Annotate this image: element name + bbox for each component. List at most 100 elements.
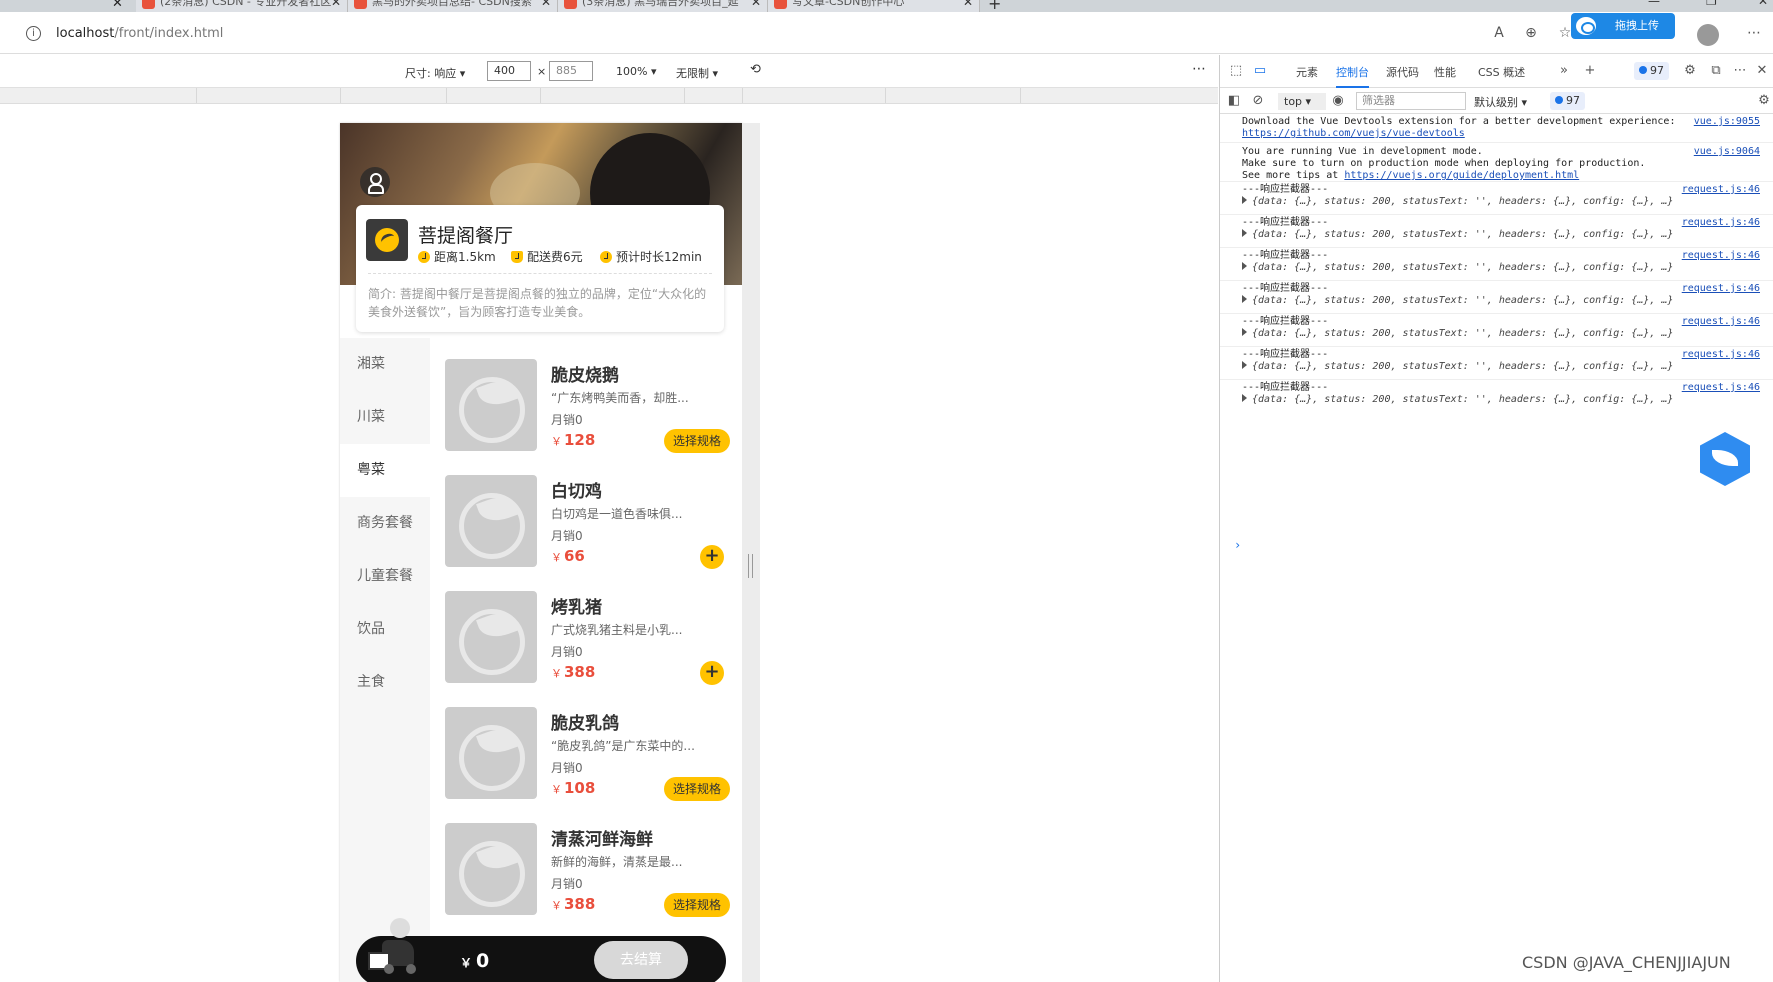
expand-triangle-icon[interactable] bbox=[1242, 229, 1247, 237]
console-source-link[interactable]: request.js:46 bbox=[1682, 217, 1760, 228]
log-object[interactable]: {data: {…}, status: 200, statusText: '',… bbox=[1252, 295, 1673, 306]
browser-tab-3[interactable]: (3条消息) 黑马瑞吉外卖项目_延 ✕ bbox=[558, 0, 768, 12]
url-field[interactable]: localhost/front/index.html bbox=[56, 26, 223, 41]
add-tab-icon[interactable]: + bbox=[1582, 63, 1598, 79]
read-aloud-icon[interactable]: A bbox=[1490, 24, 1508, 42]
log-object[interactable]: {data: {…}, status: 200, statusText: '',… bbox=[1252, 361, 1673, 372]
delivery-cart-icon[interactable] bbox=[368, 918, 418, 982]
upload-button[interactable]: 拖拽上传 bbox=[1571, 13, 1675, 39]
category-item[interactable]: 饮品 bbox=[340, 603, 430, 656]
interceptor-log[interactable]: ---响应拦截器--- {data: {…}, status: 200, stat… bbox=[1242, 217, 1687, 241]
more-options-icon[interactable]: ⋯ bbox=[1192, 61, 1206, 77]
interceptor-log[interactable]: ---响应拦截器--- {data: {…}, status: 200, stat… bbox=[1242, 316, 1687, 340]
interceptor-log[interactable]: ---响应拦截器--- {data: {…}, status: 200, stat… bbox=[1242, 382, 1687, 406]
maximize-icon[interactable]: ❐ bbox=[1706, 0, 1717, 8]
issues-badge[interactable]: 97 bbox=[1634, 62, 1669, 80]
console-source-link[interactable]: request.js:46 bbox=[1682, 283, 1760, 294]
tab-css-overview[interactable]: CSS 概述 bbox=[1478, 64, 1525, 80]
tab-sources[interactable]: 源代码 bbox=[1386, 64, 1419, 80]
tab-performance[interactable]: 性能 bbox=[1434, 64, 1456, 80]
dish-item[interactable]: 清蒸河鲜海鲜 新鲜的海鲜，清蒸是最... 月销0 ￥ 388 选择规格 bbox=[445, 823, 730, 938]
sidebar-toggle-icon[interactable]: ◧ bbox=[1226, 93, 1242, 109]
select-spec-button[interactable]: 选择规格 bbox=[663, 893, 730, 917]
interceptor-log[interactable]: ---响应拦截器--- {data: {…}, status: 200, stat… bbox=[1242, 250, 1687, 274]
log-level-dropdown[interactable]: 默认级别 ▾ bbox=[1474, 94, 1527, 110]
tab-elements[interactable]: 元素 bbox=[1296, 64, 1318, 80]
select-spec-button[interactable]: 选择规格 bbox=[663, 777, 730, 801]
viewport-width-input[interactable]: 400 bbox=[487, 61, 531, 81]
dish-item[interactable]: 脆皮乳鸽 “脆皮乳鸽”是广东菜中的... 月销0 ￥ 108 选择规格 bbox=[445, 707, 730, 822]
log-object[interactable]: {data: {…}, status: 200, statusText: '',… bbox=[1252, 262, 1673, 273]
expand-triangle-icon[interactable] bbox=[1242, 328, 1247, 336]
clear-console-icon[interactable]: ⊘ bbox=[1250, 93, 1266, 109]
console-settings-icon[interactable]: ⚙ bbox=[1756, 93, 1772, 109]
select-spec-button[interactable]: 选择规格 bbox=[663, 429, 730, 453]
inspect-icon[interactable]: ⬚ bbox=[1228, 63, 1244, 79]
category-item[interactable]: 湘菜 bbox=[340, 338, 430, 391]
rotate-icon[interactable]: ⟲ bbox=[750, 62, 761, 77]
tab-console[interactable]: 控制台 bbox=[1336, 64, 1369, 88]
log-object[interactable]: {data: {…}, status: 200, statusText: '',… bbox=[1252, 328, 1673, 339]
info-icon[interactable]: i bbox=[26, 26, 41, 41]
expand-triangle-icon[interactable] bbox=[1242, 196, 1247, 204]
size-dropdown[interactable]: 尺寸: 响应 ▾ bbox=[405, 65, 465, 81]
minimize-icon[interactable]: — bbox=[1648, 0, 1660, 8]
context-dropdown[interactable]: top ▾ bbox=[1278, 93, 1326, 110]
category-item[interactable]: 川菜 bbox=[340, 391, 430, 444]
add-to-cart-button[interactable]: + bbox=[700, 661, 724, 685]
category-item[interactable]: 主食 bbox=[340, 656, 430, 709]
eye-icon[interactable]: ◉ bbox=[1330, 93, 1346, 109]
console-source-link[interactable]: vue.js:9055 bbox=[1694, 116, 1760, 127]
new-tab-icon[interactable]: + bbox=[988, 0, 1001, 12]
dish-item[interactable]: 脆皮烧鹅 “广东烤鸭美而香，却胜... 月销0 ￥ 128 选择规格 bbox=[445, 359, 730, 474]
viewport-height-input[interactable]: 885 bbox=[549, 61, 593, 81]
throttle-dropdown[interactable]: 无限制 ▾ bbox=[676, 65, 718, 81]
resize-handle[interactable] bbox=[748, 554, 753, 578]
more-icon[interactable]: ⋯ bbox=[1732, 63, 1748, 79]
settings-gear-icon[interactable]: ⚙ bbox=[1682, 63, 1698, 79]
interceptor-log[interactable]: ---响应拦截器--- {data: {…}, status: 200, stat… bbox=[1242, 283, 1687, 307]
dish-item[interactable]: 烤乳猪 广式烧乳猪主料是小乳... 月销0 ￥ 388 + bbox=[445, 591, 730, 706]
more-tabs-icon[interactable]: » bbox=[1556, 63, 1572, 79]
browser-tab-2[interactable]: 黑马的外卖项目总结- CSDN搜索 ✕ bbox=[348, 0, 558, 12]
category-item[interactable]: 儿童套餐 bbox=[340, 550, 430, 603]
expand-triangle-icon[interactable] bbox=[1242, 361, 1247, 369]
expand-triangle-icon[interactable] bbox=[1242, 262, 1247, 270]
tab-close-icon[interactable]: ✕ bbox=[541, 0, 551, 12]
tab-close-icon[interactable]: ✕ bbox=[331, 0, 341, 12]
expand-triangle-icon[interactable] bbox=[1242, 394, 1247, 402]
user-profile-icon[interactable] bbox=[360, 167, 390, 197]
log-object[interactable]: {data: {…}, status: 200, statusText: '',… bbox=[1252, 229, 1673, 240]
close-devtools-icon[interactable]: ✕ bbox=[1754, 63, 1770, 79]
interceptor-log[interactable]: ---响应拦截器--- {data: {…}, status: 200, stat… bbox=[1242, 349, 1687, 373]
zoom-icon[interactable]: ⊕ bbox=[1522, 24, 1540, 42]
tab-close-icon[interactable]: ✕ bbox=[751, 0, 761, 12]
dock-icon[interactable]: ⧉ bbox=[1708, 63, 1724, 79]
interceptor-log[interactable]: ---响应拦截器--- {data: {…}, status: 200, stat… bbox=[1242, 184, 1687, 208]
profile-avatar[interactable] bbox=[1697, 24, 1719, 46]
console-source-link[interactable]: request.js:46 bbox=[1682, 184, 1760, 195]
console-prompt[interactable]: › bbox=[1234, 538, 1241, 552]
dish-item[interactable]: 白切鸡 白切鸡是一道色香味俱... 月销0 ￥ 66 + bbox=[445, 475, 730, 590]
device-toggle-icon[interactable]: ▭ bbox=[1252, 63, 1268, 79]
browser-tab-4[interactable]: 写文章-CSDN创作中心 ✕ bbox=[768, 0, 980, 12]
console-link[interactable]: https://vuejs.org/guide/deployment.html bbox=[1344, 170, 1579, 181]
checkout-button[interactable]: 去结算 bbox=[594, 941, 688, 979]
expand-triangle-icon[interactable] bbox=[1242, 295, 1247, 303]
tab-close-icon[interactable]: ✕ bbox=[112, 0, 123, 11]
console-source-link[interactable]: request.js:46 bbox=[1682, 349, 1760, 360]
console-source-link[interactable]: request.js:46 bbox=[1682, 316, 1760, 327]
cart-bar[interactable]: ￥ 0 去结算 bbox=[356, 918, 726, 982]
category-item-active[interactable]: 粤菜 bbox=[340, 444, 430, 497]
console-filter-input[interactable]: 筛选器 bbox=[1356, 92, 1466, 110]
media-query-ruler[interactable] bbox=[0, 88, 1218, 104]
console-source-link[interactable]: vue.js:9064 bbox=[1694, 146, 1760, 157]
log-object[interactable]: {data: {…}, status: 200, statusText: '',… bbox=[1252, 196, 1673, 207]
more-icon[interactable]: ⋯ bbox=[1745, 24, 1763, 42]
console-source-link[interactable]: request.js:46 bbox=[1682, 382, 1760, 393]
console-issues-badge[interactable]: 97 bbox=[1550, 92, 1585, 110]
add-to-cart-button[interactable]: + bbox=[700, 545, 724, 569]
console-link[interactable]: https://github.com/vuejs/vue-devtools bbox=[1242, 128, 1465, 139]
browser-tab-1[interactable]: (2条消息) CSDN - 专业开发者社区 ✕ bbox=[136, 0, 348, 12]
category-item[interactable]: 商务套餐 bbox=[340, 497, 430, 550]
